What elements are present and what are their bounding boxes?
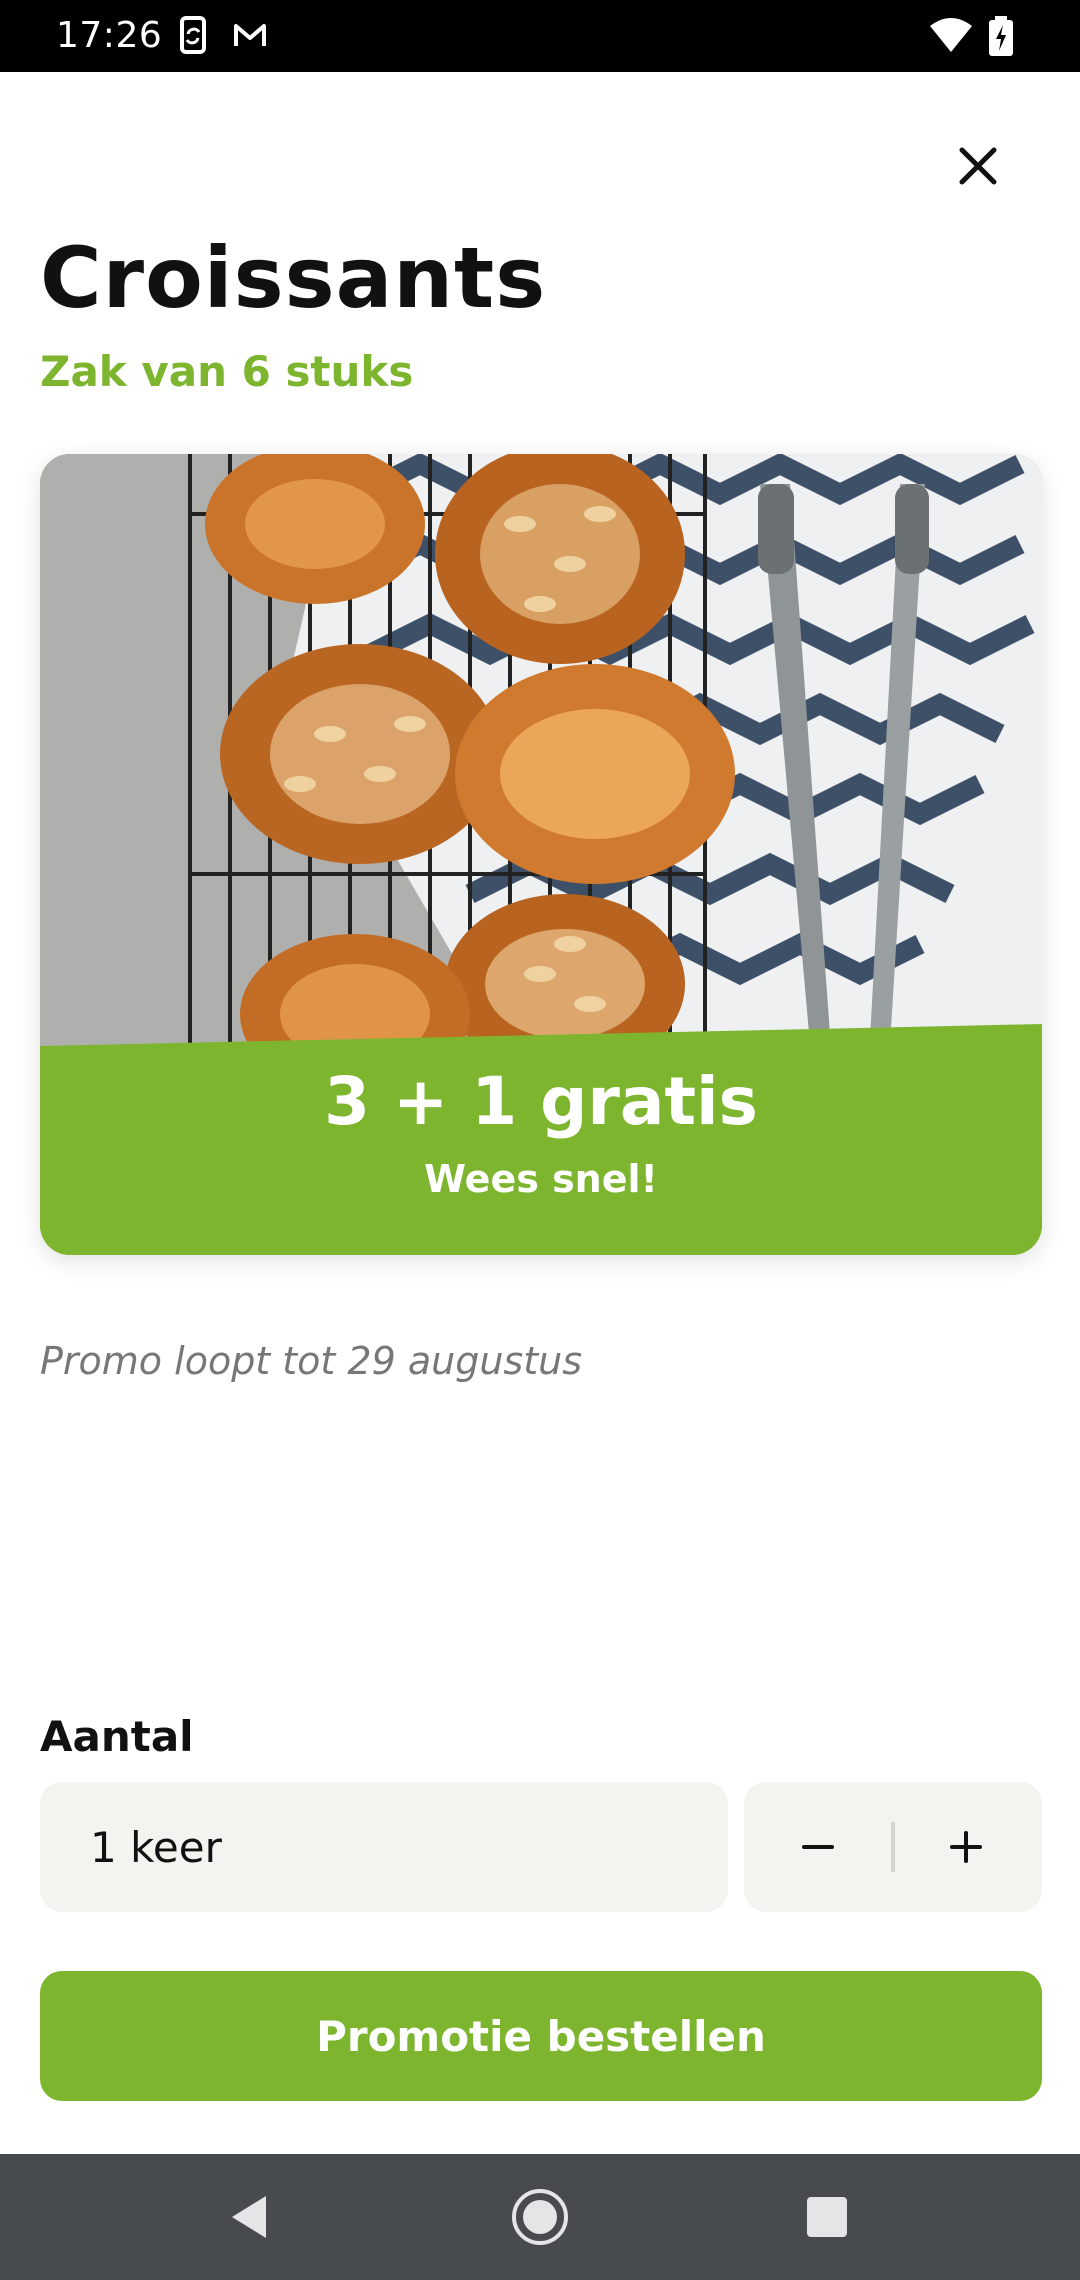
recents-icon — [807, 2197, 847, 2237]
wifi-icon — [930, 18, 972, 52]
quantity-value: 1 keer — [90, 1822, 222, 1872]
product-title: Croissants — [40, 229, 547, 327]
close-icon — [959, 147, 997, 185]
promo-headline: 3 + 1 gratis — [324, 1063, 758, 1140]
stepper-divider — [891, 1822, 895, 1872]
order-promotion-button[interactable]: Promotie bestellen — [40, 1971, 1042, 2101]
status-time: 17:26 — [56, 15, 163, 56]
minus-icon — [802, 1845, 834, 1849]
status-bar: 17:26 — [0, 0, 1080, 72]
system-nav-bar — [0, 2154, 1080, 2280]
gmail-icon — [234, 24, 266, 46]
increment-button[interactable] — [896, 1782, 1036, 1912]
quantity-stepper — [744, 1782, 1042, 1912]
home-icon — [512, 2189, 568, 2245]
close-button[interactable] — [946, 134, 1010, 198]
promo-validity: Promo loopt tot 29 augustus — [40, 1339, 583, 1383]
nav-home-button[interactable] — [470, 2154, 610, 2280]
back-icon — [232, 2196, 266, 2238]
decrement-button[interactable] — [748, 1782, 888, 1912]
promotion-detail-screen: 17:26 Croissants Zak van 6 stuks 3 + 1 g… — [0, 0, 1080, 2280]
nav-recents-button[interactable] — [757, 2154, 897, 2280]
plus-icon — [950, 1831, 982, 1863]
nav-back-button[interactable] — [180, 2154, 320, 2280]
sync-icon — [180, 16, 206, 54]
product-subtitle: Zak van 6 stuks — [40, 347, 414, 396]
promo-card: 3 + 1 gratis Wees snel! — [40, 454, 1042, 1255]
promo-tagline: Wees snel! — [424, 1157, 658, 1201]
battery-charging-icon — [989, 16, 1013, 56]
quantity-field[interactable]: 1 keer — [40, 1782, 728, 1912]
quantity-label: Aantal — [40, 1712, 194, 1761]
